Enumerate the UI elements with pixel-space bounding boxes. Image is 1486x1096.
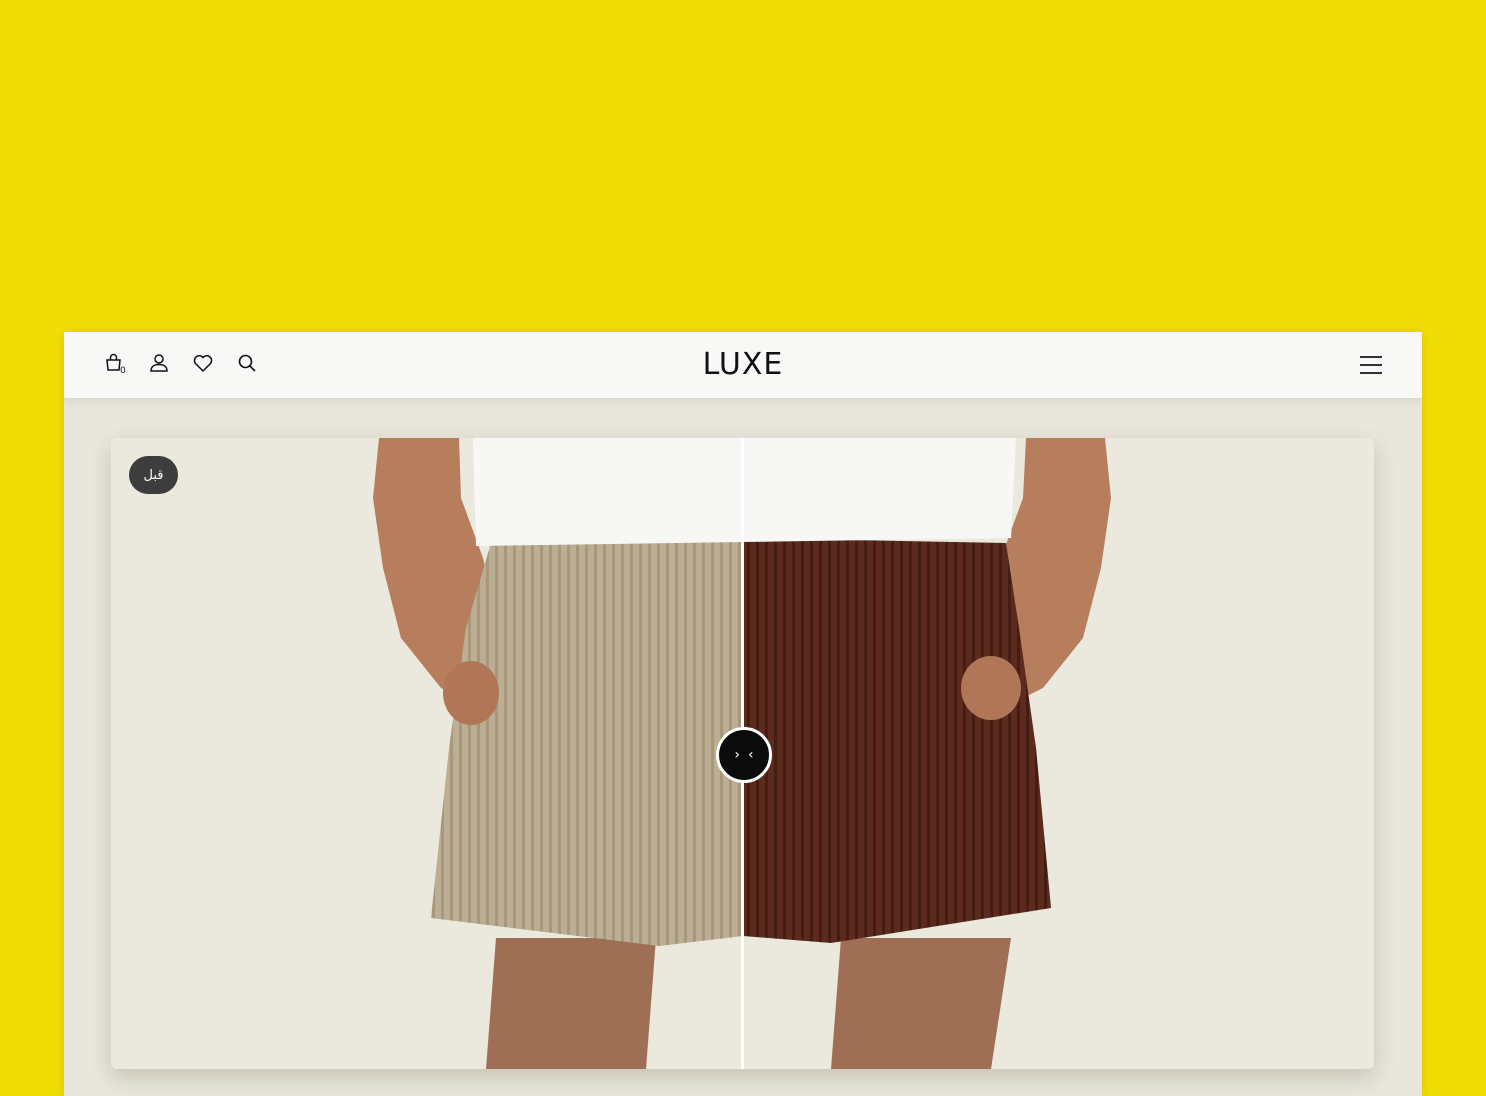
before-label: قبل [129,456,178,494]
chevron-right-icon: ‹ [748,747,754,763]
menu-icon[interactable] [1360,356,1382,374]
browser-window: 0 LUXE قبل › ‹ [64,332,1422,1096]
before-after-slider[interactable]: قبل › ‹ [111,438,1374,1069]
chevron-left-icon: › [734,747,740,763]
site-header: 0 LUXE [64,332,1422,398]
slider-handle[interactable]: › ‹ [716,727,772,783]
site-logo[interactable]: LUXE [64,347,1422,382]
